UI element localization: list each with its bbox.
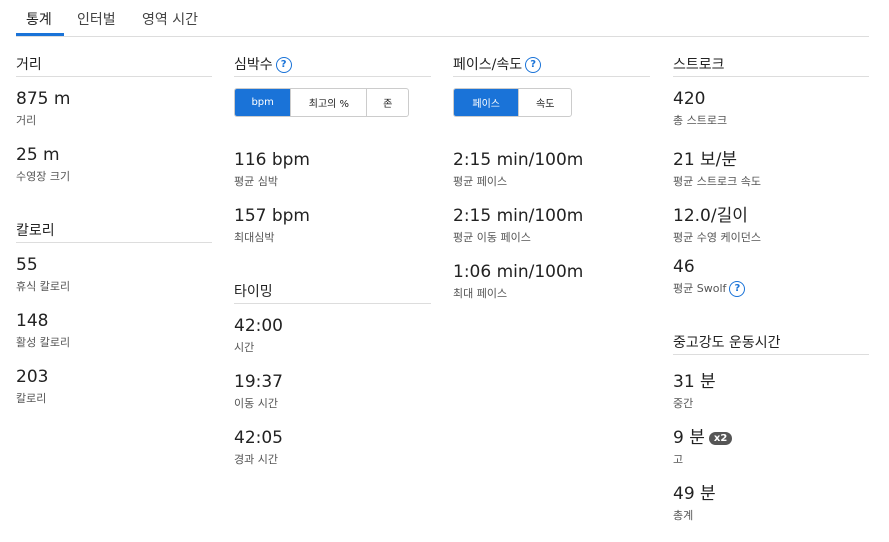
stat-value: 203 xyxy=(16,367,49,387)
stat-label: 칼로리 xyxy=(16,392,47,405)
stat-value: 148 xyxy=(16,311,49,331)
stat-value: 116 bpm xyxy=(234,150,310,170)
stat-avg-heart-rate: 116 bpm 평균 심박 xyxy=(234,150,310,189)
stat-value: 46 xyxy=(673,257,695,277)
toggle-max-percent[interactable]: 최고의 % xyxy=(291,89,368,116)
tab-bar: 통계 인터벌 영역 시간 xyxy=(16,0,869,37)
stat-total-strokes: 420 총 스트로크 xyxy=(673,89,727,128)
stat-label: 경과 시간 xyxy=(234,453,278,466)
stat-value: 875 m xyxy=(16,89,71,109)
active-tab-indicator xyxy=(16,33,64,36)
toggle-pace[interactable]: 페이스 xyxy=(454,89,520,116)
stat-label: 총계 xyxy=(673,509,694,522)
stat-avg-swolf: 46 평균 Swolf? xyxy=(673,257,746,297)
section-title-text: 페이스/속도 xyxy=(453,57,523,73)
tab-intervals[interactable]: 인터벌 xyxy=(77,9,116,29)
stat-value: 19:37 xyxy=(234,372,283,392)
stat-label: 휴식 칼로리 xyxy=(16,280,71,293)
stat-moving-time: 19:37 이동 시간 xyxy=(234,372,283,411)
stat-label: 평균 Swolf xyxy=(673,282,727,295)
help-icon[interactable]: ? xyxy=(525,57,542,73)
pace-speed-toggle: 페이스 속도 xyxy=(453,88,572,117)
stat-label: 평균 스트로크 속도 xyxy=(673,175,761,188)
stat-distance: 875 m 거리 xyxy=(16,89,70,128)
toggle-zone[interactable]: 존 xyxy=(367,89,408,116)
stat-label: 총 스트로크 xyxy=(673,114,728,127)
stat-avg-pace: 2:15 min/100m 평균 페이스 xyxy=(453,150,583,189)
toggle-bpm[interactable]: bpm xyxy=(235,89,292,116)
stat-value-row: 9 분 x2 xyxy=(673,423,733,448)
stat-label: 수영장 크기 xyxy=(16,170,71,183)
stat-resting-calories: 55 휴식 칼로리 xyxy=(16,255,70,294)
heart-rate-unit-toggle: bpm 최고의 % 존 xyxy=(234,88,409,117)
section-title-heart-rate: 심박수? xyxy=(234,56,431,77)
help-icon[interactable]: ? xyxy=(275,57,292,73)
stat-max-heart-rate: 157 bpm 최대심박 xyxy=(234,206,310,245)
stat-total-intensity-minutes: 49 분 총계 xyxy=(673,479,716,523)
stat-label: 고 xyxy=(673,453,684,466)
stat-max-pace: 1:06 min/100m 최대 페이스 xyxy=(453,262,583,301)
stat-value: 31 분 xyxy=(673,372,716,392)
stat-value: 9 분 xyxy=(673,428,705,448)
section-title-timing: 타이밍 xyxy=(234,283,431,304)
stat-label: 최대 페이스 xyxy=(453,287,508,300)
section-title-stroke: 스트로크 xyxy=(673,56,869,77)
stat-label: 활성 칼로리 xyxy=(16,336,71,349)
stat-elapsed-time: 42:05 경과 시간 xyxy=(234,428,283,467)
stat-pool-length: 25 m 수영장 크기 xyxy=(16,145,70,184)
stat-avg-stroke-rate: 21 보/분 평균 스트로크 속도 xyxy=(673,145,761,189)
col-pace: 페이스/속도? 페이스 속도 2:15 min/100m 평균 페이스 2:15… xyxy=(453,56,650,316)
multiplier-badge: x2 xyxy=(708,431,733,445)
stat-avg-moving-pace: 2:15 min/100m 평균 이동 페이스 xyxy=(453,206,583,245)
stat-value: 42:05 xyxy=(234,428,283,448)
stat-label: 거리 xyxy=(16,114,37,127)
stat-label: 시간 xyxy=(234,341,255,354)
stat-value: 2:15 min/100m xyxy=(453,206,584,226)
section-title-distance: 거리 xyxy=(16,56,212,77)
stat-value: 157 bpm xyxy=(234,206,310,226)
section-title-intensity-minutes: 중고강도 운동시간 xyxy=(673,334,869,355)
toggle-speed[interactable]: 속도 xyxy=(519,89,571,116)
stat-time: 42:00 시간 xyxy=(234,316,283,355)
stat-value: 25 m xyxy=(16,145,60,165)
section-title-text: 심박수 xyxy=(234,57,273,73)
stat-value: 55 xyxy=(16,255,38,275)
tab-stats[interactable]: 통계 xyxy=(26,9,52,29)
stat-label: 평균 이동 페이스 xyxy=(453,231,531,244)
stat-label: 평균 수영 케이던스 xyxy=(673,231,761,244)
stat-value: 42:00 xyxy=(234,316,283,336)
section-title-calories: 칼로리 xyxy=(16,222,212,243)
stat-value: 49 분 xyxy=(673,484,716,504)
stat-moderate-minutes: 31 분 중간 xyxy=(673,367,716,411)
stat-avg-swim-cadence: 12.0/길이 평균 수영 케이던스 xyxy=(673,201,761,245)
stat-label: 이동 시간 xyxy=(234,397,278,410)
stat-value: 21 보/분 xyxy=(673,150,738,170)
stat-total-calories: 203 칼로리 xyxy=(16,367,48,406)
stat-label: 중간 xyxy=(673,397,694,410)
stat-value: 12.0/길이 xyxy=(673,206,748,226)
stat-value: 2:15 min/100m xyxy=(453,150,584,170)
stat-active-calories: 148 활성 칼로리 xyxy=(16,311,70,350)
stat-vigorous-minutes: 9 분 x2 고 xyxy=(673,423,733,467)
help-icon[interactable]: ? xyxy=(729,281,746,297)
col-heart-timing: 심박수? bpm 최고의 % 존 116 bpm 평균 심박 157 bpm 최… xyxy=(234,56,431,486)
section-title-pace: 페이스/속도? xyxy=(453,56,650,77)
col-stroke-intensity: 스트로크 420 총 스트로크 21 보/분 평균 스트로크 속도 12.0/길… xyxy=(673,56,869,536)
stat-label: 평균 심박 xyxy=(234,175,278,188)
stat-value: 1:06 min/100m xyxy=(453,262,584,282)
stat-label-row: 평균 Swolf? xyxy=(673,280,746,297)
stat-label: 최대심박 xyxy=(234,231,275,244)
stat-value: 420 xyxy=(673,89,706,109)
col-distance-calories: 거리 875 m 거리 25 m 수영장 크기 칼로리 55 휴식 칼로리 14… xyxy=(16,56,212,456)
tab-zone-time[interactable]: 영역 시간 xyxy=(142,9,198,29)
stat-label: 평균 페이스 xyxy=(453,175,508,188)
